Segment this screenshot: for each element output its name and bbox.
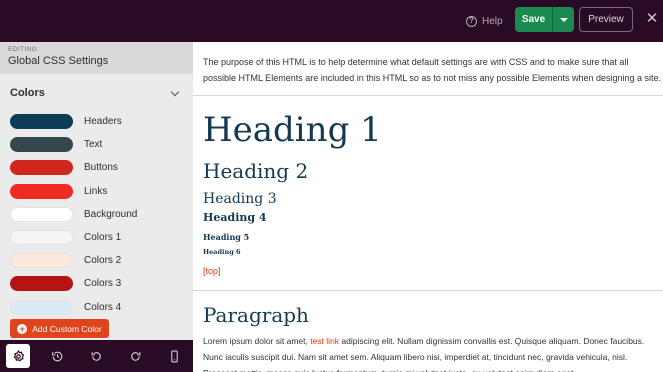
mobile-icon <box>170 350 178 362</box>
color-row-colors-1: Colors 1 <box>10 226 185 249</box>
color-row-colors-2: Colors 2 <box>10 249 185 272</box>
color-swatch-background[interactable] <box>10 206 73 222</box>
bottom-toolbar <box>0 340 193 372</box>
color-swatch-colors-2[interactable] <box>10 253 73 269</box>
color-swatch-colors-4[interactable] <box>10 299 73 315</box>
add-custom-color-label: Add Custom Color <box>32 323 102 334</box>
settings-button[interactable] <box>6 344 30 368</box>
color-row-links: Links <box>10 180 185 203</box>
editing-header: EDITING: Global CSS Settings <box>0 42 193 74</box>
undo-button[interactable] <box>84 344 108 368</box>
heading-5: Heading 5 <box>203 232 250 242</box>
add-custom-color-button[interactable]: + Add Custom Color <box>10 319 109 338</box>
save-options-button[interactable] <box>553 7 574 32</box>
color-row-text: Text <box>10 133 185 156</box>
color-label: Background <box>84 208 138 220</box>
color-label: Colors 3 <box>84 278 122 290</box>
color-swatch-links[interactable] <box>10 183 73 199</box>
heading-3: Heading 3 <box>203 191 277 207</box>
heading-2: Heading 2 <box>203 159 309 183</box>
colors-section-toggle[interactable]: Colors <box>10 87 182 99</box>
redo-icon <box>130 351 140 361</box>
plus-icon: + <box>17 323 28 334</box>
heading-6: Heading 6 <box>203 248 241 256</box>
save-button-group: Save <box>515 7 574 32</box>
caret-down-icon <box>559 17 568 22</box>
top-link[interactable]: [top] <box>203 266 221 276</box>
heading-1: Heading 1 <box>203 110 382 150</box>
color-swatch-buttons[interactable] <box>10 160 73 176</box>
color-label: Buttons <box>84 162 118 174</box>
divider <box>193 290 663 291</box>
settings-sidebar: EDITING: Global CSS Settings Colors Head… <box>0 42 193 340</box>
top-bar: ? Help Save Preview ✕ <box>0 0 663 42</box>
color-swatch-headers[interactable] <box>10 114 73 130</box>
color-row-colors-4: Colors 4 <box>10 296 185 319</box>
color-swatch-colors-3[interactable] <box>10 276 73 292</box>
preview-button[interactable]: Preview <box>579 7 633 32</box>
lorem-paragraph: Lorem ipsum dolor sit amet, test link ad… <box>203 333 661 372</box>
colors-title: Colors <box>10 87 45 99</box>
help-icon: ? <box>466 15 477 27</box>
help-link[interactable]: ? Help <box>466 12 503 30</box>
color-label: Links <box>84 185 108 197</box>
color-row-headers: Headers <box>10 110 185 133</box>
editing-title: Global CSS Settings <box>8 55 109 67</box>
chevron-down-icon <box>170 87 180 96</box>
color-swatch-colors-1[interactable] <box>10 230 73 246</box>
color-row-background: Background <box>10 203 185 226</box>
color-label: Colors 2 <box>84 255 122 267</box>
heading-4: Heading 4 <box>203 211 267 224</box>
preview-canvas: The purpose of this HTML is to help dete… <box>193 42 663 372</box>
color-label: Colors 4 <box>84 301 122 313</box>
color-list: Headers Text Buttons Links Background Co… <box>10 110 185 319</box>
intro-paragraph: The purpose of this HTML is to help dete… <box>203 57 662 83</box>
help-label: Help <box>482 15 503 27</box>
color-row-buttons: Buttons <box>10 156 185 179</box>
paragraph-heading: Paragraph <box>203 303 309 327</box>
redo-button[interactable] <box>123 344 147 368</box>
history-icon <box>51 351 62 361</box>
color-row-colors-3: Colors 3 <box>10 272 185 295</box>
gear-icon <box>13 349 24 362</box>
close-icon[interactable]: ✕ <box>643 10 661 28</box>
save-button[interactable]: Save <box>515 7 552 32</box>
test-link[interactable]: test link <box>310 336 339 346</box>
mobile-view-button[interactable] <box>162 344 186 368</box>
history-button[interactable] <box>45 344 69 368</box>
color-label: Colors 1 <box>84 232 122 244</box>
color-swatch-text[interactable] <box>10 137 73 153</box>
undo-icon <box>91 351 101 361</box>
color-label: Headers <box>84 116 122 128</box>
color-label: Text <box>84 139 103 151</box>
divider <box>193 95 663 96</box>
editing-label: EDITING: <box>8 46 40 53</box>
paragraph-text: Lorem ipsum dolor sit amet, <box>203 336 311 346</box>
